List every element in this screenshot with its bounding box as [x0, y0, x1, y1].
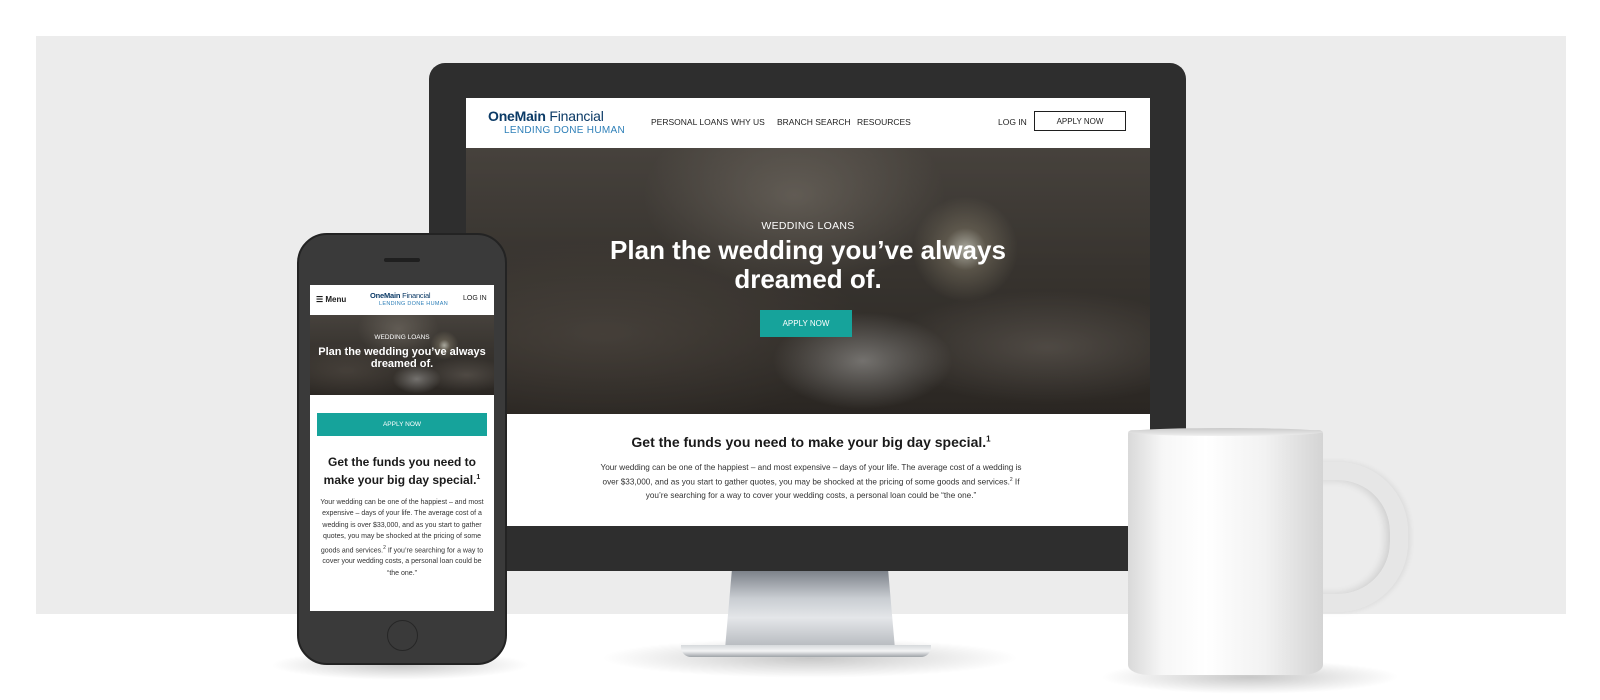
mobile-onemain-logo[interactable]: OneMain Financial [370, 291, 431, 300]
mobile-hero-banner: WEDDING LOANS Plan the wedding you’ve al… [310, 315, 494, 395]
footnote-marker[interactable]: 1 [986, 434, 990, 443]
mobile-content-headline: Get the funds you need to make your big … [320, 455, 484, 488]
content-headline: Get the funds you need to make your big … [508, 434, 1114, 450]
onemain-logo[interactable]: OneMain Financial [488, 108, 604, 124]
mobile-hero-title: Plan the wedding you’ve always dreamed o… [318, 346, 486, 370]
logo-wordmark-light: Financial [400, 291, 431, 300]
mobile-apply-now-button[interactable]: APPLY NOW [317, 413, 487, 436]
coffee-mug [1128, 430, 1323, 675]
mobile-screen: ☰ Menu OneMain Financial LENDING DONE HU… [310, 285, 494, 611]
hero-title: Plan the wedding you’ve always dreamed o… [610, 235, 1006, 294]
mobile-logo-tagline: LENDING DONE HUMAN [379, 301, 448, 307]
content-paragraph: Your wedding can be one of the happiest … [593, 461, 1029, 502]
nav-link-personal-loans[interactable]: PERSONAL LOANS [651, 117, 728, 127]
mobile-headline-text: Get the funds you need to make your big … [323, 455, 477, 487]
logo-wordmark-bold: OneMain [370, 291, 401, 300]
desktop-screen: OneMain Financial LENDING DONE HUMAN PER… [466, 98, 1150, 526]
hero-eyebrow: WEDDING LOANS [761, 220, 855, 232]
logo-wordmark-bold: OneMain [488, 108, 546, 124]
mug-rim [1128, 428, 1323, 436]
paragraph-text: Your wedding can be one of the happiest … [600, 463, 1022, 487]
content-headline-text: Get the funds you need to make your big … [631, 434, 987, 450]
nav-login-link[interactable]: LOG IN [998, 117, 1027, 127]
desktop-nav-bar: OneMain Financial LENDING DONE HUMAN PER… [466, 98, 1150, 148]
nav-apply-now-button[interactable]: APPLY NOW [1034, 111, 1126, 131]
mobile-content-paragraph: Your wedding can be one of the happiest … [318, 497, 486, 579]
nav-link-why-us[interactable]: WHY US [731, 117, 765, 127]
hero-apply-now-button[interactable]: APPLY NOW [760, 310, 852, 337]
logo-tagline: LENDING DONE HUMAN [504, 125, 625, 136]
mockup-stage: OneMain Financial LENDING DONE HUMAN PER… [0, 0, 1600, 700]
content-section: Get the funds you need to make your big … [508, 414, 1114, 526]
mobile-hero-eyebrow: WEDDING LOANS [374, 334, 430, 341]
mobile-menu-button[interactable]: ☰ Menu [316, 295, 346, 304]
monitor-base [681, 645, 931, 657]
logo-wordmark-light: Financial [545, 108, 604, 124]
footnote-marker[interactable]: 1 [476, 474, 480, 481]
paragraph-text: Your wedding can be one of the happiest … [320, 499, 484, 554]
nav-link-resources[interactable]: RESOURCES [857, 117, 911, 127]
phone-speaker [384, 258, 420, 262]
phone-home-button [387, 620, 418, 651]
hero-banner: WEDDING LOANS Plan the wedding you’ve al… [466, 148, 1150, 414]
monitor-stand [725, 571, 895, 649]
nav-link-branch-search[interactable]: BRANCH SEARCH [777, 117, 851, 127]
mobile-login-link[interactable]: LOG IN [463, 295, 487, 302]
